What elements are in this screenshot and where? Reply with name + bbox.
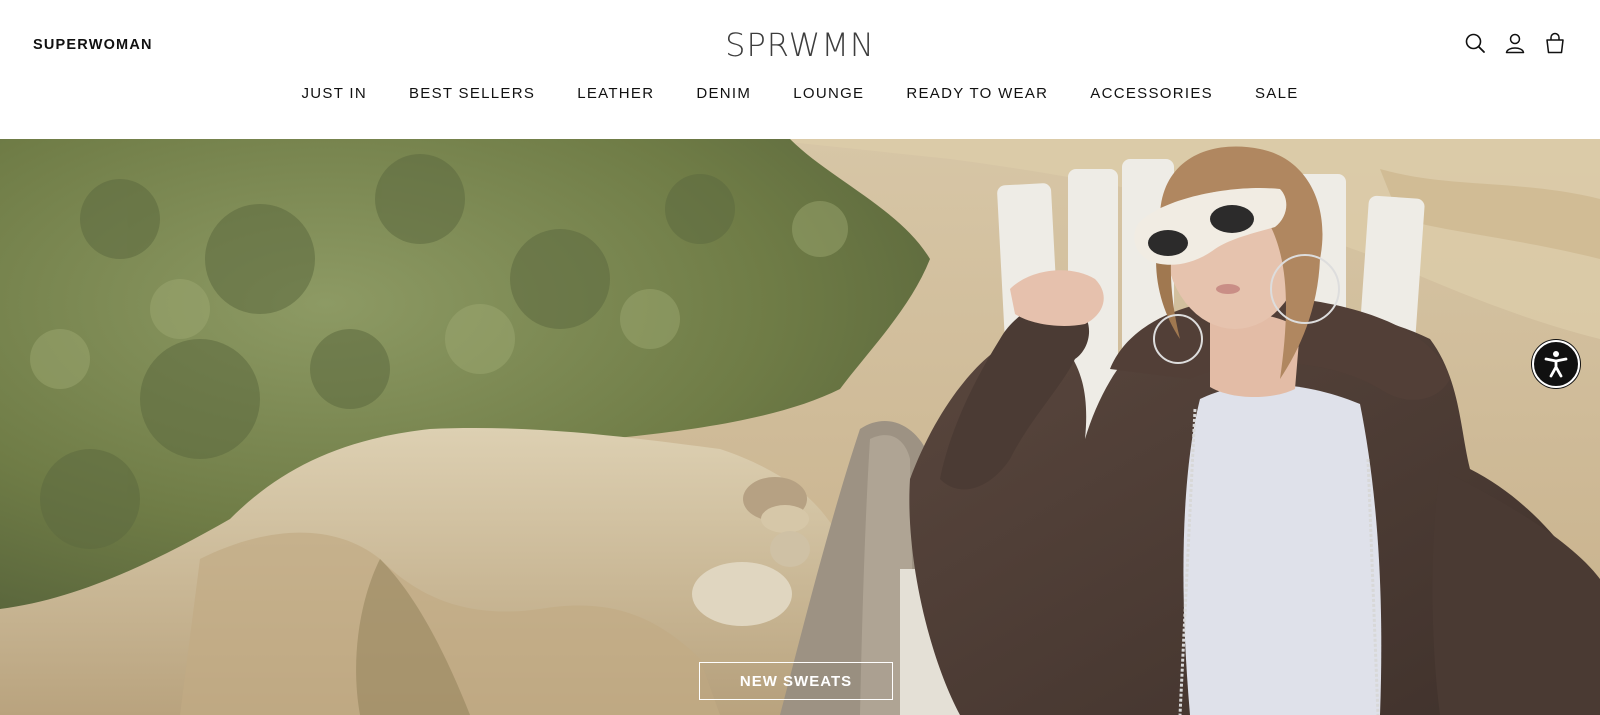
accessibility-icon <box>1544 351 1568 378</box>
cart-icon[interactable] <box>1544 32 1566 54</box>
nav-item-denim[interactable]: DENIM <box>675 84 772 104</box>
nav-item-accessories[interactable]: ACCESSORIES <box>1069 84 1234 104</box>
header-icons <box>1464 32 1566 54</box>
hero-image <box>0 139 1600 715</box>
logo-text[interactable]: SPRWMN <box>725 26 875 64</box>
nav-item-ready-to-wear[interactable]: READY TO WEAR <box>885 84 1069 104</box>
nav-item-sale[interactable]: SALE <box>1234 84 1320 104</box>
account-icon[interactable] <box>1504 32 1526 54</box>
hero-banner[interactable] <box>0 139 1600 715</box>
accessibility-button[interactable] <box>1532 340 1580 388</box>
nav-item-leather[interactable]: LEATHER <box>556 84 675 104</box>
nav-item-just-in[interactable]: JUST IN <box>280 84 388 104</box>
main-nav: JUST IN BEST SELLERS LEATHER DENIM LOUNG… <box>0 84 1600 104</box>
new-sweats-button[interactable]: NEW SWEATS <box>699 662 893 700</box>
site-header: SUPERWOMAN SPRWMN JUST IN BEST SELLERS L… <box>0 0 1600 139</box>
search-icon[interactable] <box>1464 32 1486 54</box>
nav-item-lounge[interactable]: LOUNGE <box>772 84 885 104</box>
nav-item-best-sellers[interactable]: BEST SELLERS <box>388 84 556 104</box>
site-logo[interactable]: SPRWMN <box>0 26 1600 64</box>
